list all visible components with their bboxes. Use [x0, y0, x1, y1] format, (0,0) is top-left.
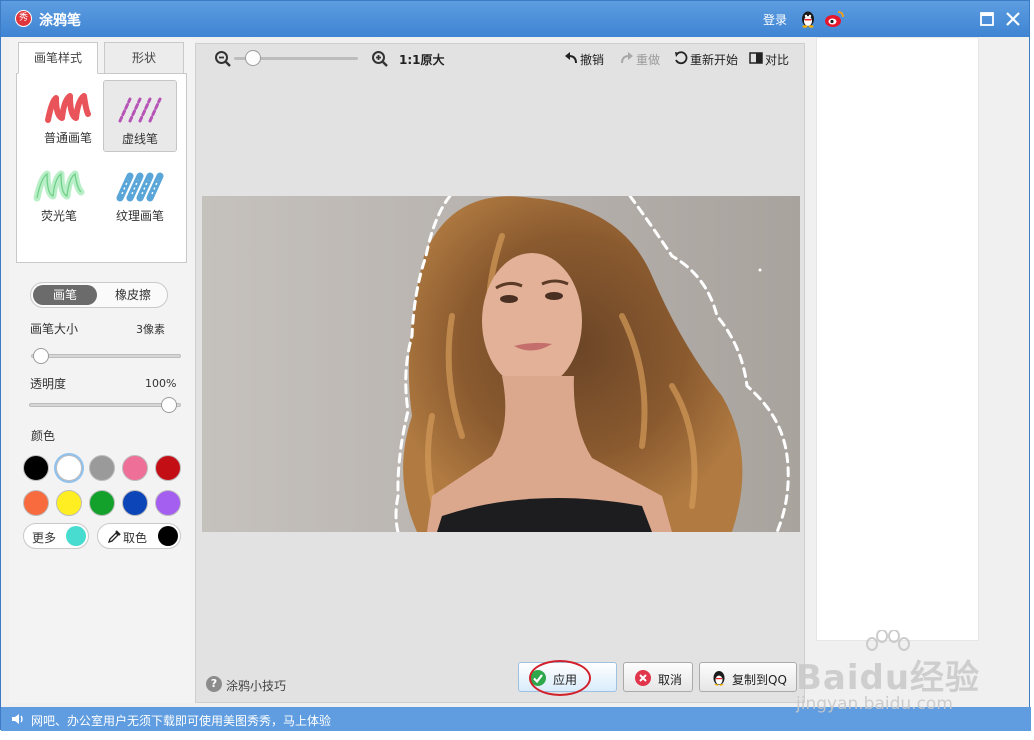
brush-size-slider-track[interactable] — [31, 354, 181, 358]
window-title: 涂鸦笔 — [39, 13, 81, 29]
color-label: 颜色 — [31, 429, 56, 443]
picked-color-swatch — [158, 526, 178, 546]
more-colors-label: 更多 — [32, 531, 57, 545]
compare-icon — [749, 52, 763, 64]
red-highlight-circle — [529, 660, 591, 696]
restart-icon — [675, 51, 688, 65]
qq-penguin-icon — [713, 671, 725, 686]
zoom-in-icon[interactable] — [371, 50, 389, 68]
brush-texture[interactable]: 纹理画笔 — [103, 158, 177, 230]
brush-dashed[interactable]: 虚线笔 — [103, 80, 177, 152]
cancel-button[interactable]: 取消 — [623, 662, 693, 692]
brush-style-panel: 普通画笔 虚线笔 荧光笔 纹理画笔 — [16, 73, 187, 263]
left-panel: 画笔样式 形状 普通画笔 虚线笔 荧光笔 纹理画笔 画笔 橡皮擦 画笔大小 3像… — [9, 39, 195, 703]
speaker-icon — [12, 714, 23, 724]
brush-highlighter[interactable]: 荧光笔 — [22, 158, 96, 230]
tab-shape[interactable]: 形状 — [104, 42, 184, 74]
color-swatch[interactable] — [56, 455, 82, 481]
more-colors-swatch — [66, 526, 86, 546]
opacity-slider-handle[interactable] — [161, 397, 177, 413]
close-icon[interactable] — [1004, 10, 1022, 28]
cancel-x-icon — [635, 670, 651, 686]
color-swatch[interactable] — [155, 455, 181, 481]
mode-brush-button[interactable]: 画笔 — [33, 285, 97, 305]
opacity-label: 透明度 — [30, 377, 67, 391]
canvas-area: 1:1原大 撤销 重做 重新开始 对比 ? 涂鸦小技巧 应用 取消 复制到QQ — [195, 43, 805, 703]
color-swatch[interactable] — [89, 455, 115, 481]
edited-photo[interactable] — [202, 196, 800, 532]
redo-label: 重做 — [636, 53, 661, 67]
help-icon: ? — [206, 676, 222, 692]
color-swatch[interactable] — [56, 490, 82, 516]
color-swatch[interactable] — [122, 490, 148, 516]
mode-eraser-button[interactable]: 橡皮擦 — [101, 285, 165, 305]
actual-size-button[interactable]: 1:1原大 — [399, 51, 445, 68]
cancel-label: 取消 — [658, 673, 683, 687]
brush-tabs: 画笔样式 形状 — [18, 42, 186, 74]
brush-eraser-toggle: 画笔 橡皮擦 — [30, 282, 168, 308]
eyedropper-icon — [108, 530, 121, 543]
brush-size-label: 画笔大小 — [30, 322, 79, 336]
brush-regular-label: 普通画笔 — [43, 131, 92, 145]
color-swatch[interactable] — [23, 490, 49, 516]
more-colors-button[interactable]: 更多 — [23, 523, 89, 549]
doodle-tips-label: 涂鸦小技巧 — [226, 679, 287, 693]
preview-panel — [816, 37, 979, 641]
undo-icon — [565, 52, 577, 64]
undo-label: 撤销 — [580, 53, 605, 67]
login-link[interactable]: 登录 — [763, 11, 787, 28]
brush-dashed-label: 虚线笔 — [121, 132, 158, 146]
qq-penguin-icon[interactable] — [799, 10, 817, 28]
highlighter-brush-icon — [33, 170, 85, 202]
restart-label: 重新开始 — [690, 53, 739, 67]
brush-size-value: 3像素 — [136, 323, 165, 336]
dashed-brush-icon — [118, 97, 162, 123]
opacity-value: 100% — [145, 377, 177, 390]
title-bar: 秀 涂鸦笔 登录 — [1, 1, 1029, 37]
brush-texture-label: 纹理画笔 — [115, 209, 164, 223]
compare-label: 对比 — [765, 53, 790, 67]
regular-brush-icon — [45, 93, 91, 123]
brush-highlighter-label: 荧光笔 — [40, 209, 77, 223]
brush-regular[interactable]: 普通画笔 — [31, 80, 105, 152]
opacity-slider-track[interactable] — [29, 403, 181, 407]
brush-size-slider-handle[interactable] — [33, 348, 49, 364]
status-bar[interactable]: 网吧、办公室用户无须下载即可使用美图秀秀，马上体验 — [1, 707, 1031, 731]
color-picker-button[interactable]: 取色 — [97, 523, 181, 549]
apply-button[interactable]: 应用 — [518, 660, 617, 696]
copy-to-qq-button[interactable]: 复制到QQ — [699, 662, 797, 692]
copy-to-qq-label: 复制到QQ — [732, 673, 787, 687]
texture-brush-icon — [116, 172, 164, 202]
color-swatch[interactable] — [23, 455, 49, 481]
tab-brush-style[interactable]: 画笔样式 — [18, 42, 98, 74]
color-swatch[interactable] — [122, 455, 148, 481]
color-picker-label: 取色 — [123, 531, 148, 545]
zoom-out-icon[interactable] — [214, 50, 232, 68]
maximize-icon[interactable] — [979, 11, 995, 27]
main-window: 秀 涂鸦笔 登录 画笔样式 形状 普通画笔 虚线笔 荧光笔 纹理画笔 画笔 橡皮… — [0, 0, 1031, 731]
color-swatch[interactable] — [155, 490, 181, 516]
weibo-icon[interactable] — [824, 10, 844, 28]
redo-icon — [621, 52, 633, 64]
zoom-slider-handle[interactable] — [244, 50, 261, 66]
app-logo-icon: 秀 — [15, 10, 32, 27]
color-swatch[interactable] — [89, 490, 115, 516]
status-message: 网吧、办公室用户无须下载即可使用美图秀秀，马上体验 — [31, 714, 332, 728]
